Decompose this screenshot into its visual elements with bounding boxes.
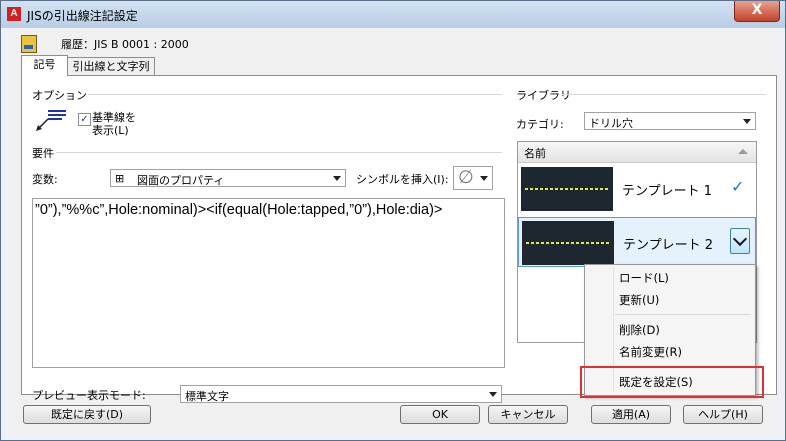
leader-line-icon: [36, 110, 66, 131]
template-row-1[interactable]: テンプレート 1 ✓: [518, 164, 756, 214]
variable-label: 変数:: [32, 173, 58, 186]
insert-symbol-combo[interactable]: ∅: [453, 166, 493, 190]
show-baseline-label-line2: 表示(L): [92, 124, 129, 137]
menu-item-update[interactable]: 更新(U): [619, 292, 659, 308]
menu-item-load[interactable]: ロード(L): [619, 270, 669, 286]
options-group-label: オプション: [32, 89, 87, 102]
requirements-group-line: [56, 152, 502, 153]
requirements-group-label: 要件: [32, 147, 54, 160]
preview-mode-label: プレビュー表示モード:: [32, 389, 146, 402]
preview-mode-value: 標準文字: [185, 390, 229, 403]
template-1-name: テンプレート 1: [622, 184, 713, 199]
library-group-label: ライブラリ: [516, 89, 571, 102]
template-2-menu-button[interactable]: [730, 228, 750, 254]
template-list-header[interactable]: 名前: [518, 142, 756, 163]
cancel-button[interactable]: キャンセル: [488, 405, 568, 424]
set-default-highlight-box: [580, 366, 764, 398]
dialog-window: A JISの引出線注記設定 X 履歴：JIS B 0001 : 2000 記号 …: [0, 0, 786, 441]
tab-leader-and-text[interactable]: 引出線と文字列: [67, 57, 155, 76]
insert-symbol-label: シンボルを挿入(I):: [356, 173, 449, 186]
show-baseline-checkbox[interactable]: ✓: [78, 113, 91, 126]
template-2-thumbnail: [522, 221, 614, 265]
category-combo[interactable]: ドリル穴: [584, 112, 756, 130]
restore-default-button[interactable]: 既定に戻す(D): [23, 405, 151, 424]
ok-button[interactable]: OK: [400, 405, 480, 424]
chevron-down-icon: [743, 119, 751, 124]
diameter-symbol-icon: ∅: [458, 167, 474, 188]
expression-text: ”0”),”%%c”,Hole:nominal)><if(equal(Hole:…: [35, 202, 443, 218]
title-bar[interactable]: A JISの引出線注記設定 X: [1, 1, 785, 28]
chevron-down-icon: [489, 392, 497, 397]
menu-item-delete[interactable]: 削除(D): [619, 322, 660, 338]
menu-item-rename[interactable]: 名前変更(R): [619, 344, 682, 360]
history-label: 履歴：JIS B 0001 : 2000: [61, 38, 189, 51]
library-group-line: [562, 94, 766, 95]
variable-expander-icon: ⊞: [115, 172, 125, 185]
sort-ascending-icon: [738, 149, 748, 154]
close-button[interactable]: X: [734, 1, 780, 22]
window-title: JISの引出線注記設定: [27, 9, 138, 23]
template-2-name: テンプレート 2: [623, 238, 714, 253]
expression-textarea[interactable]: ”0”),”%%c”,Hole:nominal)><if(equal(Hole:…: [32, 198, 505, 368]
category-label: カテゴリ:: [516, 118, 564, 131]
apply-button[interactable]: 適用(A): [591, 405, 671, 424]
preview-mode-combo[interactable]: 標準文字: [180, 385, 502, 403]
help-button[interactable]: ヘルプ(H): [683, 405, 763, 424]
autocad-app-icon: A: [7, 7, 21, 21]
column-header-name: 名前: [524, 147, 546, 160]
menu-separator: [615, 314, 751, 315]
variable-value: 図面のプロパティ: [137, 174, 225, 187]
variable-combo[interactable]: ⊞ 図面のプロパティ: [110, 169, 346, 187]
template-1-thumbnail: [521, 167, 613, 211]
chevron-down-icon: [333, 176, 341, 181]
chevron-down-icon: [480, 176, 488, 181]
history-icon: [21, 35, 37, 53]
tab-symbol[interactable]: 記号: [21, 55, 68, 76]
checkmark-icon: ✓: [731, 177, 745, 196]
template-row-2[interactable]: テンプレート 2: [518, 217, 756, 267]
dialog-client: 履歴：JIS B 0001 : 2000 記号 引出線と文字列 オプション ✓ …: [9, 28, 779, 434]
options-group-line: [88, 94, 502, 95]
category-value: ドリル穴: [589, 117, 633, 130]
